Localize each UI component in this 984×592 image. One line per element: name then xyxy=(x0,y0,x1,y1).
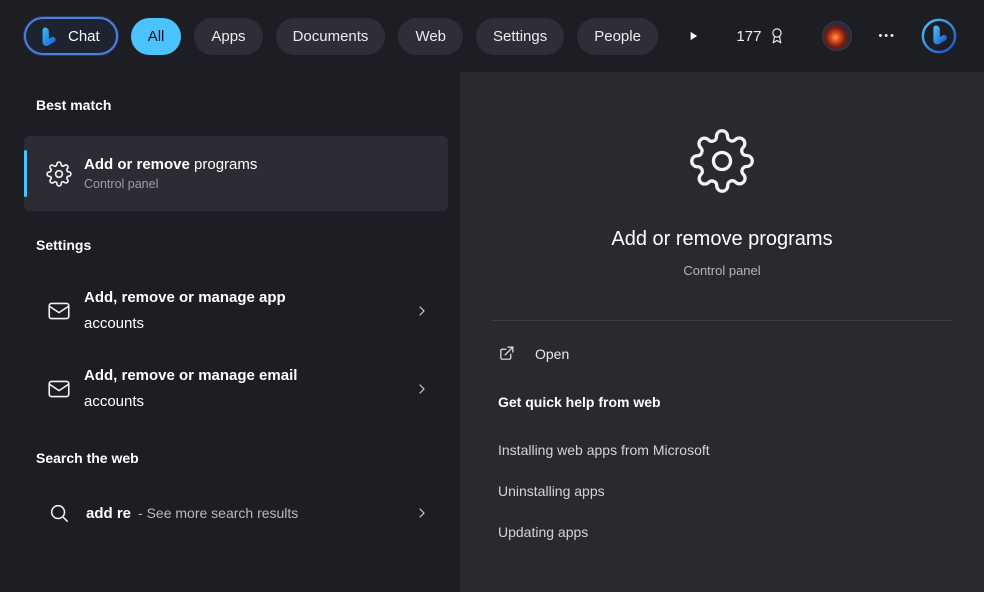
results-column: Best match Add or remove programs Contro… xyxy=(0,72,460,592)
web-search-result[interactable]: add re - See more search results xyxy=(24,486,448,540)
result-line2: accounts xyxy=(84,389,297,415)
open-button[interactable]: Open xyxy=(498,345,984,362)
best-match-text: Add or remove programs Control panel xyxy=(84,156,257,191)
gear-icon-large xyxy=(689,128,755,194)
filter-tab-label: All xyxy=(148,28,165,45)
start-search-flyout: Chat All Apps Documents Web Settings Peo… xyxy=(0,0,984,592)
mail-icon xyxy=(46,376,72,402)
more-filters-button[interactable] xyxy=(686,29,700,43)
result-line2: accounts xyxy=(84,311,286,337)
best-match-heading: Best match xyxy=(36,97,448,113)
more-options-button[interactable]: ••• xyxy=(878,30,896,42)
filter-tab-label: People xyxy=(594,28,641,45)
preview-actions: Open Get quick help from web Installing … xyxy=(460,321,984,540)
search-icon xyxy=(48,502,70,524)
settings-result-app-accounts[interactable]: Add, remove or manage app accounts xyxy=(24,276,448,346)
result-text: Add, remove or manage app accounts xyxy=(84,285,286,338)
rewards-count: 177 xyxy=(736,28,761,45)
search-results-area: Best match Add or remove programs Contro… xyxy=(0,72,984,592)
play-icon xyxy=(686,29,700,43)
mail-icon xyxy=(46,298,72,324)
web-query: add re xyxy=(86,505,131,522)
user-avatar[interactable] xyxy=(822,21,852,51)
filter-tab-settings[interactable]: Settings xyxy=(476,18,564,55)
preview-panel: Add or remove programs Control panel Ope… xyxy=(460,72,984,592)
filter-tab-people[interactable]: People xyxy=(577,18,658,55)
preview-subtitle: Control panel xyxy=(683,263,760,278)
filter-tab-label: Settings xyxy=(493,28,547,45)
filter-tab-label: Documents xyxy=(293,28,369,45)
topbar-right-cluster: 177 ••• xyxy=(736,17,958,55)
web-suffix: - See more search results xyxy=(138,505,298,521)
result-line1: Add, remove or manage app xyxy=(84,285,286,311)
best-match-subtitle: Control panel xyxy=(84,177,257,191)
open-external-icon xyxy=(498,345,515,362)
chevron-right-icon xyxy=(414,303,430,319)
help-heading: Get quick help from web xyxy=(498,394,984,410)
result-text: Add, remove or manage email accounts xyxy=(84,363,297,416)
selection-accent-bar xyxy=(24,150,27,197)
bing-chat-icon xyxy=(38,26,59,47)
chevron-right-icon xyxy=(414,505,430,521)
filter-tab-all[interactable]: All xyxy=(131,18,182,55)
open-button-label: Open xyxy=(535,346,569,362)
rewards-badge[interactable]: 177 xyxy=(736,27,786,45)
chevron-right-icon xyxy=(414,381,430,397)
best-match-title-strong: Add or remove xyxy=(84,156,190,173)
rewards-medal-icon xyxy=(768,27,786,45)
chat-tab[interactable]: Chat xyxy=(24,17,118,55)
bing-icon xyxy=(921,18,957,54)
filter-tab-label: Apps xyxy=(211,28,245,45)
filter-tab-apps[interactable]: Apps xyxy=(194,18,262,55)
help-link-installing[interactable]: Installing web apps from Microsoft xyxy=(498,442,710,458)
filter-tab-documents[interactable]: Documents xyxy=(276,18,386,55)
chat-tab-label: Chat xyxy=(68,28,100,45)
preview-title: Add or remove programs xyxy=(611,228,832,251)
settings-section-heading: Settings xyxy=(36,237,448,253)
result-line1: Add, remove or manage email xyxy=(84,363,297,389)
filter-tab-web[interactable]: Web xyxy=(398,18,463,55)
best-match-result[interactable]: Add or remove programs Control panel xyxy=(24,136,448,211)
search-web-heading: Search the web xyxy=(36,450,448,466)
bing-search-button[interactable] xyxy=(920,17,958,55)
filter-tab-label: Web xyxy=(415,28,446,45)
search-filter-bar: Chat All Apps Documents Web Settings Peo… xyxy=(0,0,984,72)
gear-icon xyxy=(46,161,72,187)
help-link-updating[interactable]: Updating apps xyxy=(498,524,588,540)
best-match-title-rest: programs xyxy=(190,156,258,173)
help-link-uninstalling[interactable]: Uninstalling apps xyxy=(498,483,605,499)
settings-result-email-accounts[interactable]: Add, remove or manage email accounts xyxy=(24,354,448,424)
